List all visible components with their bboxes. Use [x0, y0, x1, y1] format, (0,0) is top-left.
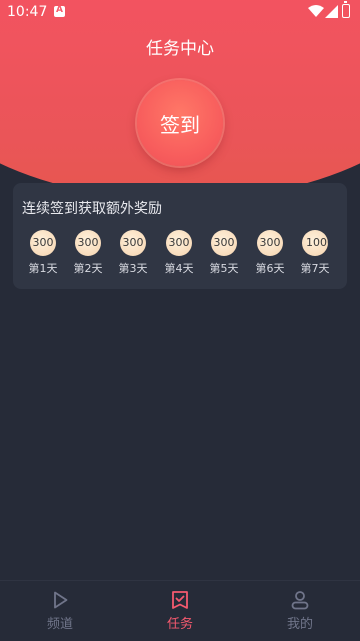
- reward-day: 300 第2天: [70, 230, 106, 276]
- status-time: 10:47: [7, 4, 48, 20]
- reward-day: 300 第1天: [25, 230, 61, 276]
- bottom-nav: 频道 任务 我的: [0, 580, 360, 641]
- day-label: 第7天: [300, 262, 330, 275]
- play-icon: [54, 591, 68, 609]
- reward-days: 300 第1天 300 第2天 300 第3天 300 第4天 300 第5天 …: [25, 230, 335, 280]
- notification-icon: [54, 5, 65, 17]
- nav-label: 频道: [46, 617, 73, 632]
- checkin-button[interactable]: 签到: [137, 80, 223, 166]
- reward-title: 连续签到获取额外奖励: [22, 201, 162, 217]
- day-label: 第3天: [118, 262, 148, 275]
- coin-icon: 300: [257, 230, 283, 256]
- reward-day: 300 第5天: [206, 230, 242, 276]
- status-bar: 10:47: [0, 0, 360, 24]
- reward-day: 300 第4天: [161, 230, 197, 276]
- nav-label: 我的: [286, 617, 313, 632]
- coin-icon: 300: [166, 230, 192, 256]
- day-label: 第1天: [28, 262, 58, 275]
- reward-day: 300 第3天: [115, 230, 151, 276]
- battery-icon: [342, 1, 350, 18]
- reward-day: 300 第6天: [252, 230, 288, 276]
- nav-label: 任务: [166, 617, 193, 632]
- user-icon: [291, 591, 309, 610]
- page-title: 任务中心: [146, 39, 214, 59]
- coin-icon: 300: [75, 230, 101, 256]
- coin-icon: 300: [211, 230, 237, 256]
- reward-day: 1000 第7天: [297, 230, 333, 276]
- nav-item-channel[interactable]: 频道: [30, 589, 90, 632]
- coin-icon: 300: [120, 230, 146, 256]
- day-label: 第5天: [209, 262, 239, 275]
- day-label: 第6天: [255, 262, 285, 275]
- coin-icon: 300: [30, 230, 56, 256]
- nav-item-mine[interactable]: 我的: [270, 589, 330, 632]
- task-check-icon: [172, 591, 188, 609]
- day-label: 第2天: [73, 262, 103, 275]
- nav-item-task[interactable]: 任务: [150, 589, 210, 632]
- wifi-icon: [308, 5, 324, 17]
- coin-icon: 1000: [302, 230, 328, 256]
- day-label: 第4天: [164, 262, 194, 275]
- signal-icon: [325, 5, 338, 18]
- task-center-screen: 10:47 任务中心 签到 连续签到获取额外奖励 300 第1天 300 第2天…: [0, 0, 360, 641]
- reward-card: 连续签到获取额外奖励 300 第1天 300 第2天 300 第3天 300 第…: [13, 183, 347, 289]
